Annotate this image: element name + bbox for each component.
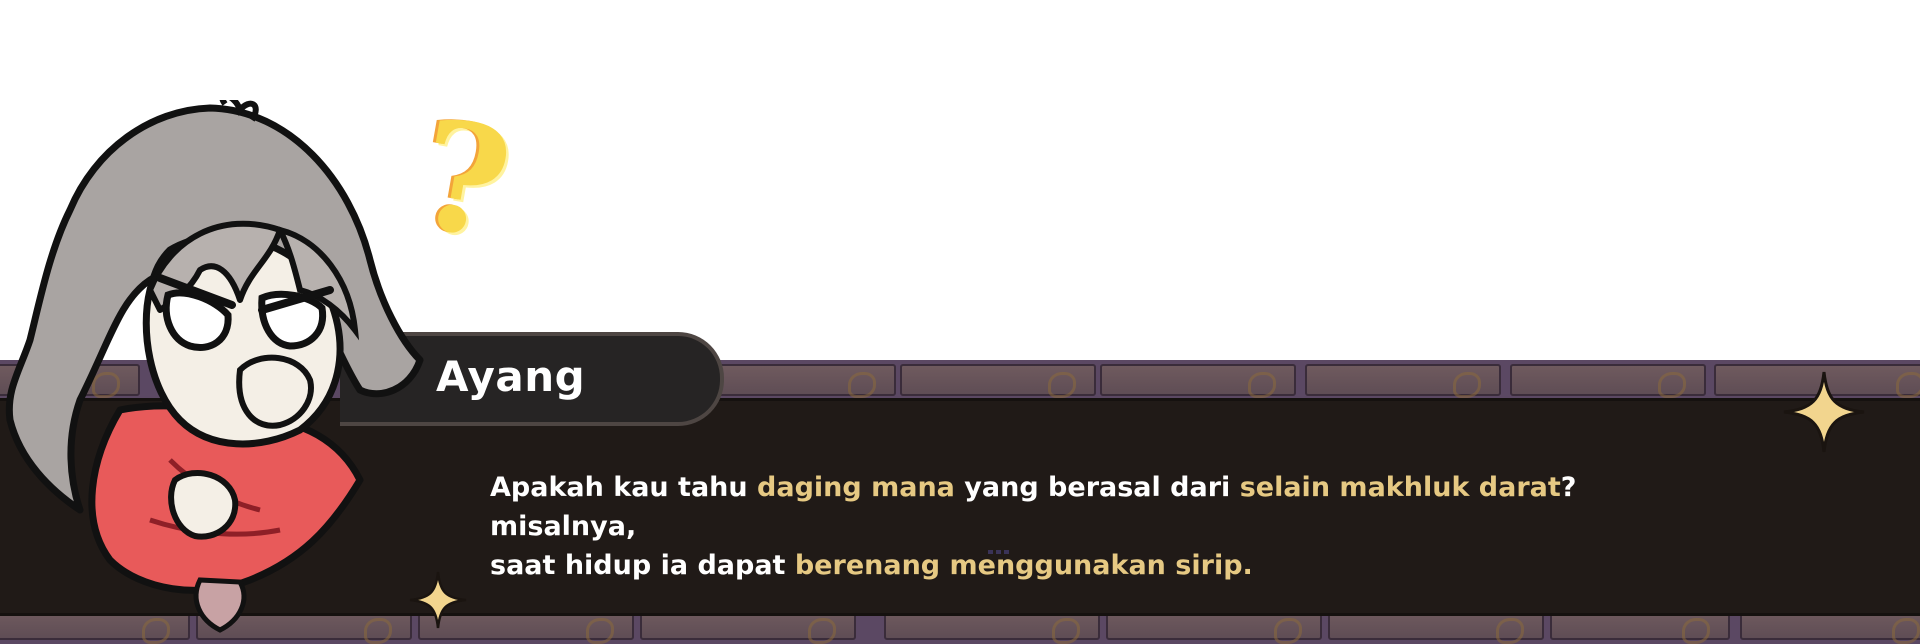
character-portrait	[5, 100, 424, 633]
dialogue-segment: yang berasal dari	[954, 472, 1240, 503]
sparkle-icon	[1783, 371, 1865, 453]
dialogue-highlight: daging mana	[757, 472, 955, 503]
speaker-name: Ayang	[436, 352, 586, 401]
dialogue-segment: saat hidup ia dapat	[490, 550, 795, 581]
continue-indicator[interactable]	[988, 550, 1010, 554]
dialogue-text: Apakah kau tahu daging mana yang berasal…	[490, 468, 1690, 585]
dialogue-line-2: saat hidup ia dapat berenang menggunakan…	[490, 546, 1690, 585]
dialogue-highlight: berenang menggunakan sirip.	[794, 550, 1253, 581]
dialogue-segment: Apakah kau tahu	[490, 472, 758, 503]
dialogue-line-1: Apakah kau tahu daging mana yang berasal…	[490, 468, 1690, 546]
dialogue-highlight: selain makhluk darat	[1239, 472, 1561, 503]
